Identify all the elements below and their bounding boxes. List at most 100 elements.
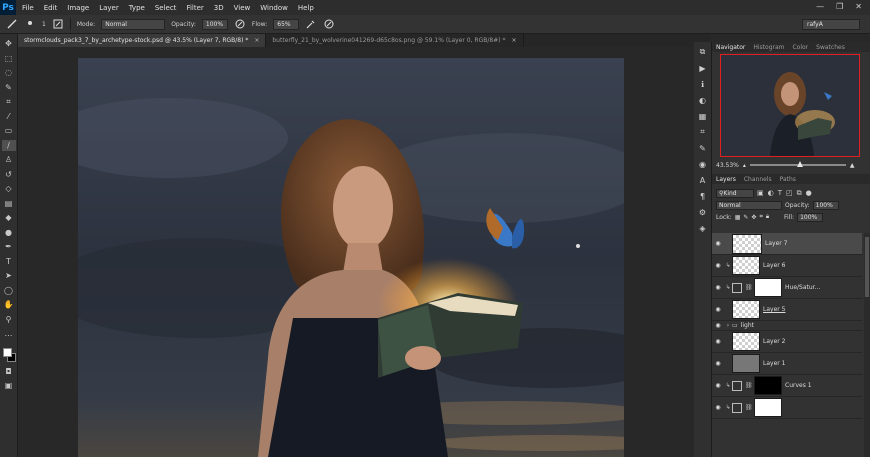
blur-tool-icon[interactable]: ◆ xyxy=(2,212,16,224)
visibility-eye-icon[interactable]: ◉ xyxy=(712,240,724,247)
visibility-eye-icon[interactable]: ◉ xyxy=(712,262,724,269)
filter-kind-select[interactable]: ⚲ Kind xyxy=(716,188,754,198)
eraser-tool-icon[interactable]: ◇ xyxy=(2,183,16,195)
foreground-color-swatch[interactable] xyxy=(2,347,12,357)
layer-name[interactable]: Layer 5 xyxy=(763,306,785,313)
tab-paths[interactable]: Paths xyxy=(776,176,800,183)
menu-file[interactable]: File xyxy=(22,4,34,12)
layer-row[interactable]: ◉ ↳ ⛓ Curves 1 xyxy=(712,375,862,397)
blend-mode-select[interactable]: Normal xyxy=(716,200,782,210)
hand-tool-icon[interactable]: ✋ xyxy=(2,299,16,311)
quick-mask-icon[interactable]: ◘ xyxy=(2,366,16,378)
libraries-panel-icon[interactable]: ⌗ xyxy=(697,126,709,138)
menu-3d[interactable]: 3D xyxy=(214,4,224,12)
actions-panel-icon[interactable]: ▶ xyxy=(697,62,709,74)
menu-help[interactable]: Help xyxy=(298,4,314,12)
layer-name[interactable]: Layer 2 xyxy=(763,338,785,345)
expand-chevron-icon[interactable]: › xyxy=(724,322,732,329)
layer-name[interactable]: Hue/Satur... xyxy=(785,284,820,291)
adjustments-panel-icon[interactable]: ▦ xyxy=(697,110,709,122)
more-tools-icon[interactable]: … xyxy=(2,328,16,340)
pasteboard[interactable] xyxy=(18,47,710,457)
crop-tool-icon[interactable]: ⌗ xyxy=(2,96,16,108)
layer-name[interactable]: Layer 7 xyxy=(765,240,787,247)
visibility-eye-icon[interactable]: ◉ xyxy=(712,306,724,313)
tab-channels[interactable]: Channels xyxy=(740,176,776,183)
workspace-switcher[interactable]: rafyA xyxy=(802,19,860,30)
filter-shape-icon[interactable]: ◰ xyxy=(786,189,793,198)
layers-scrollbar-thumb[interactable] xyxy=(865,237,869,297)
document-tab-stormclouds[interactable]: stormclouds_pack3_7_by_archetype-stock.p… xyxy=(18,34,267,47)
zoom-slider[interactable] xyxy=(749,161,846,167)
tab-color[interactable]: Color xyxy=(788,44,812,51)
lock-position-icon[interactable]: ✥ xyxy=(751,214,756,221)
zoom-in-icon[interactable]: ▲ xyxy=(850,162,855,169)
layer-row[interactable]: ◉ ↳ Layer 6 xyxy=(712,255,862,277)
visibility-eye-icon[interactable]: ◉ xyxy=(712,360,724,367)
character-panel-icon[interactable]: A xyxy=(697,174,709,186)
layer-mask-thumbnail[interactable] xyxy=(754,278,782,297)
visibility-eye-icon[interactable]: ◉ xyxy=(712,284,724,291)
layer-name[interactable]: Layer 6 xyxy=(763,262,785,269)
lock-transparent-icon[interactable]: ▦ xyxy=(735,214,741,221)
properties-panel-icon[interactable]: ◐ xyxy=(697,94,709,106)
document-tab-butterfly[interactable]: butterfly_21_by_wolverine041269-d65c8os.… xyxy=(266,34,524,47)
navigator-view-box[interactable] xyxy=(720,54,860,157)
history-panel-icon[interactable]: ⧉ xyxy=(697,46,709,58)
marquee-tool-icon[interactable]: ⬚ xyxy=(2,53,16,65)
menu-type[interactable]: Type xyxy=(129,4,145,12)
lock-all-icon[interactable]: 🔒︎ xyxy=(766,213,769,221)
maximize-button[interactable]: ❐ xyxy=(836,2,843,11)
menu-image[interactable]: Image xyxy=(67,4,89,12)
zoom-tool-icon[interactable]: ⚲ xyxy=(2,314,16,326)
brush-tool-icon[interactable]: / xyxy=(1,139,16,151)
brush-panel-toggle-icon[interactable] xyxy=(52,18,64,30)
minimize-button[interactable]: — xyxy=(816,2,824,11)
eyedropper-tool-icon[interactable]: ⁄ xyxy=(2,111,16,123)
filter-toggle-icon[interactable]: ● xyxy=(806,189,812,198)
flow-field[interactable]: 65% xyxy=(273,18,300,30)
brush-tool-icon[interactable] xyxy=(6,18,18,30)
layer-name[interactable]: light xyxy=(741,322,754,329)
tab-navigator[interactable]: Navigator xyxy=(712,44,749,51)
healing-brush-tool-icon[interactable]: ▭ xyxy=(2,125,16,137)
tab-layers[interactable]: Layers xyxy=(712,176,740,183)
clone-stamp-tool-icon[interactable]: ♙ xyxy=(2,154,16,166)
layer-mask-thumbnail[interactable] xyxy=(754,398,782,417)
visibility-eye-icon[interactable]: ◉ xyxy=(712,382,724,389)
layer-row[interactable]: ◉ ↳ ⛓ Hue/Satur... xyxy=(712,277,862,299)
lasso-tool-icon[interactable]: ◌ xyxy=(2,67,16,79)
opacity-field[interactable]: 100% xyxy=(201,18,228,30)
pressure-opacity-icon[interactable] xyxy=(234,18,246,30)
layer-opacity-field[interactable]: 100% xyxy=(812,200,839,210)
pen-tool-icon[interactable]: ✒ xyxy=(2,241,16,253)
info-panel-icon[interactable]: ℹ xyxy=(697,78,709,90)
document-canvas[interactable] xyxy=(78,58,624,457)
dodge-tool-icon[interactable]: ● xyxy=(2,227,16,239)
visibility-eye-icon[interactable]: ◉ xyxy=(712,322,724,329)
layer-row[interactable]: ◉ Layer 5 xyxy=(712,299,862,321)
brush-settings-panel-icon[interactable]: ✎ xyxy=(697,142,709,154)
type-tool-icon[interactable]: T xyxy=(2,256,16,268)
lock-artboard-icon[interactable]: ⌗ xyxy=(759,213,762,221)
layer-row[interactable]: ◉ Layer 7 xyxy=(712,233,862,255)
filter-smart-object-icon[interactable]: ⧉ xyxy=(797,189,802,198)
path-selection-tool-icon[interactable]: ➤ xyxy=(2,270,16,282)
clone-source-panel-icon[interactable]: ◉ xyxy=(697,158,709,170)
lock-pixels-icon[interactable]: ✎ xyxy=(743,214,748,221)
pressure-size-icon[interactable] xyxy=(323,18,335,30)
menu-filter[interactable]: Filter xyxy=(186,4,203,12)
filter-pixel-icon[interactable]: ▣ xyxy=(757,189,764,198)
layer-name[interactable]: Layer 1 xyxy=(763,360,785,367)
layer-mask-thumbnail[interactable] xyxy=(754,376,782,395)
mode-select[interactable]: Normal xyxy=(101,18,166,30)
paragraph-panel-icon[interactable]: ¶ xyxy=(697,190,709,202)
visibility-eye-icon[interactable]: ◉ xyxy=(712,338,724,345)
screen-mode-icon[interactable]: ▣ xyxy=(2,380,16,392)
layer-row[interactable]: ◉ ↳ ⛓ xyxy=(712,397,862,419)
close-tab-icon[interactable]: × xyxy=(254,37,259,44)
menu-edit[interactable]: Edit xyxy=(44,4,58,12)
layer-name[interactable]: Curves 1 xyxy=(785,382,812,389)
menu-select[interactable]: Select xyxy=(155,4,177,12)
gradient-tool-icon[interactable]: ▤ xyxy=(2,198,16,210)
